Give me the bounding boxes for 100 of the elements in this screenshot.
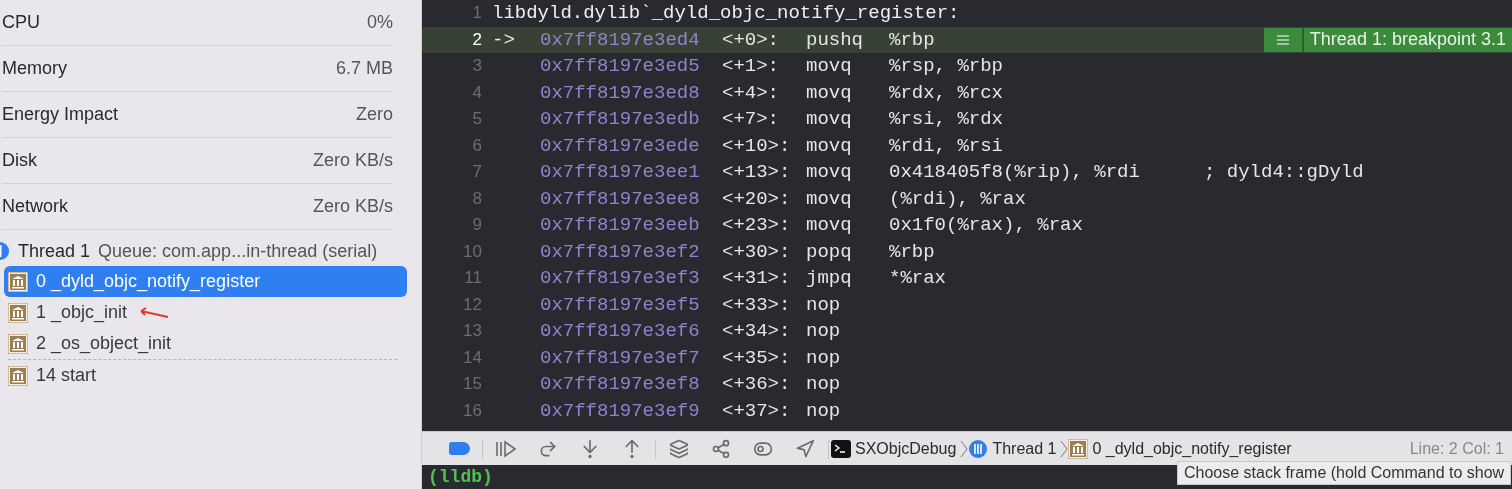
offset: <+4>: [722,81,779,104]
chevron-icon [1060,439,1069,458]
mnemonic: movq [806,161,852,184]
mnemonic: nop [806,320,841,343]
operands: 0x418405f8(%rip), %rdi [889,161,1140,184]
thread-icon [968,438,989,459]
address: 0x7ff8197e3ed4 [540,28,700,51]
gauge-value: 6.7 MB [335,58,393,79]
step-into-icon[interactable] [580,438,600,459]
line-number: 2 [471,29,483,50]
line-number: 16 [462,400,483,421]
thread-queue: Queue: com.app...in-thread (serial) [98,240,378,262]
stack-frame[interactable]: 2 _os_object_init [4,328,407,359]
line-number: 10 [462,241,483,262]
offset: <+30>: [722,240,791,263]
address: 0x7ff8197e3ee8 [540,187,700,210]
line-number: 6 [471,135,483,156]
location-icon[interactable] [795,438,815,459]
gauge-row[interactable]: Network Zero KB/s [2,184,393,230]
offset: <+33>: [722,293,791,316]
graph-icon[interactable] [711,438,731,459]
gauge-label: Disk [2,150,37,171]
address: 0x7ff8197e3ef6 [540,320,700,343]
address: 0x7ff8197e3ef5 [540,293,700,316]
mnemonic: movq [806,134,852,157]
breadcrumb-item[interactable]: Thread 1 [988,439,1061,458]
building-icon [8,333,28,354]
gauge-label: Energy Impact [2,104,119,125]
symbol-label: libdyld.dylib`_dyld_objc_notify_register: [492,2,961,25]
offset: <+13>: [722,161,791,184]
address: 0x7ff8197e3ef3 [540,267,700,290]
gauge-value: 0% [367,12,393,33]
address: 0x7ff8197e3edb [540,108,700,131]
gauge-row[interactable]: Memory 6.7 MB [2,46,393,92]
offset: <+7>: [722,108,779,131]
gauge-row[interactable]: Disk Zero KB/s [2,138,393,184]
operands: %rdi, %rsi [889,134,1004,157]
gauge-row[interactable]: Energy Impact Zero [2,92,393,138]
breadcrumb-item[interactable]: SXObjcDebug [851,439,961,458]
address: 0x7ff8197e3ed8 [540,81,700,104]
menu-icon[interactable] [1263,27,1304,52]
step-out-icon[interactable] [622,438,642,459]
offset: <+10>: [722,134,791,157]
mnemonic: movq [806,81,852,104]
stack-frame[interactable]: 0 _dyld_objc_notify_register [4,266,407,297]
line-number: 12 [462,294,483,315]
address: 0x7ff8197e3ef8 [540,373,700,396]
gauge-row[interactable]: CPU 0% [2,0,393,46]
offset: <+31>: [722,267,791,290]
gauge-label: Network [2,196,68,217]
operands: %rsp, %rbp [889,55,1004,78]
operands: %rbp [889,240,935,263]
cursor-position: Line: 2 Col: 1 [1409,439,1505,458]
line-number: 9 [471,215,483,236]
operands: %rdx, %rcx [889,81,1004,104]
tooltip: Choose stack frame (hold Command to show [1177,461,1512,485]
comment: ; dyld4::gDyld [1204,161,1364,184]
offset: <+20>: [722,187,791,210]
operands: (%rdi), %rax [889,187,1026,210]
line-number: 7 [471,162,483,183]
line-number: 13 [462,321,483,342]
address: 0x7ff8197e3eeb [540,214,700,237]
offset: <+36>: [722,373,791,396]
breadcrumb-item[interactable]: 0 _dyld_objc_notify_register [1088,439,1296,458]
line-number: 14 [462,347,483,368]
layers-icon[interactable] [669,438,689,459]
step-over-icon[interactable] [538,438,558,459]
operands: %rsi, %rdx [889,108,1004,131]
offset: <+35>: [722,346,791,369]
address: 0x7ff8197e3ede [540,134,700,157]
mnemonic: movq [806,55,852,78]
offset: <+37>: [722,399,791,422]
mnemonic: movq [806,214,852,237]
terminal-icon [831,439,851,458]
thread-name: Thread 1 [18,240,91,262]
mnemonic: popq [806,240,852,263]
offset: <+34>: [722,320,791,343]
line-number: 5 [471,109,483,130]
building-icon [8,365,28,386]
line-number: 15 [462,374,483,395]
operands: 0x1f0(%rax), %rax [889,214,1083,237]
breakpoint-badge: Thread 1: breakpoint 3.1 [1303,27,1512,52]
mnemonic: nop [806,293,841,316]
stack-frame[interactable]: 1 _objc_init [4,297,407,328]
building-icon [8,302,28,323]
stack-frame[interactable]: 14 start [4,360,407,391]
line-number: 11 [463,268,483,289]
pc-arrow: -> [492,28,515,51]
gauge-value: Zero KB/s [312,196,393,217]
address: 0x7ff8197e3ee1 [540,161,700,184]
line-number: 8 [471,188,483,209]
mnemonic: jmpq [806,267,852,290]
gauge-label: CPU [2,12,40,33]
building-icon [8,271,28,292]
continue-icon[interactable] [495,439,517,458]
gauge-value: Zero [356,104,393,125]
chevron-icon [960,439,969,458]
gauge-label: Memory [2,58,67,79]
address: 0x7ff8197e3ef9 [540,399,700,422]
offset: <+0>: [722,28,779,51]
